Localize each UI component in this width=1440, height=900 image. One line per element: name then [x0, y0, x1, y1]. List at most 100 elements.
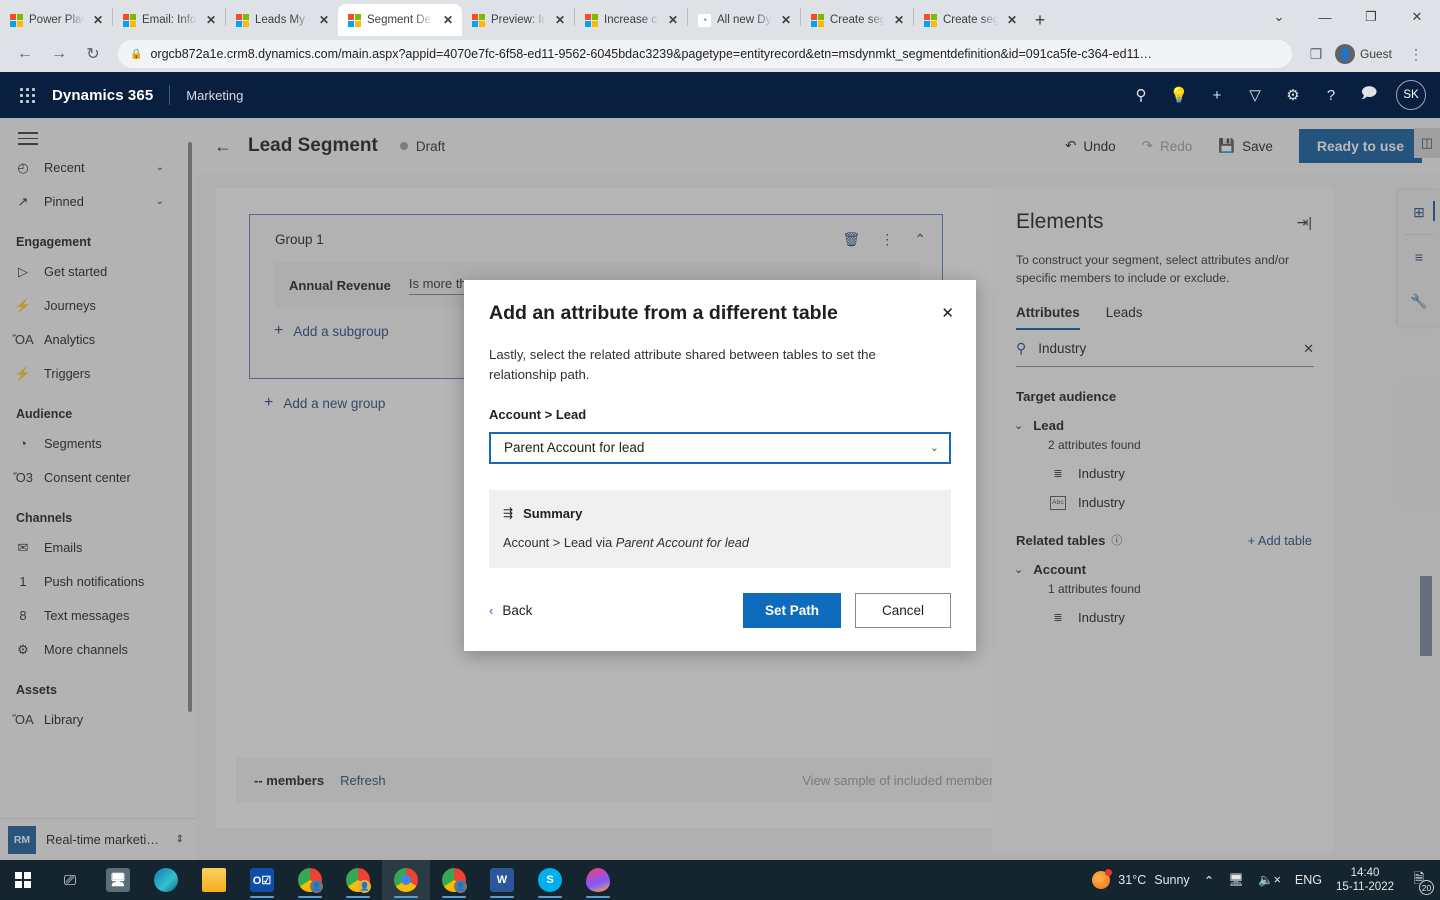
summary-title: Summary	[523, 506, 582, 521]
maximize-icon[interactable]: ❐	[1348, 0, 1394, 34]
tab-close-icon[interactable]: ✕	[1004, 12, 1020, 28]
tab-close-icon[interactable]: ✕	[90, 12, 106, 28]
remote-desktop-icon[interactable]: 🖥	[94, 860, 142, 900]
tray-chevron-icon[interactable]: ⌃	[1204, 873, 1214, 888]
microsoft-edge-icon[interactable]	[142, 860, 190, 900]
gear-icon[interactable]: ⚙	[1282, 84, 1304, 106]
app-name-label: Marketing	[186, 88, 243, 103]
header-actions: ⚲ 💡 + ▽ ⚙ ? 🗩 SK	[1130, 80, 1426, 110]
running-indicator	[250, 896, 274, 899]
dialog-description: Lastly, select the related attribute sha…	[464, 325, 976, 385]
back-button[interactable]: ‹ Back	[489, 603, 532, 618]
running-indicator	[346, 896, 370, 899]
tab-close-icon[interactable]: ✕	[665, 12, 681, 28]
browser-tab[interactable]: Preview: Ind✕	[462, 4, 574, 36]
tab-close-icon[interactable]: ✕	[316, 12, 332, 28]
sun-icon	[1092, 871, 1110, 889]
word-icon[interactable]: W	[478, 860, 526, 900]
chrome-profile-yellow-icon[interactable]	[334, 860, 382, 900]
weather-temperature: 31°C	[1118, 873, 1146, 887]
microsoft-logo-icon	[348, 14, 361, 27]
paint3d-icon[interactable]	[574, 860, 622, 900]
set-path-button[interactable]: Set Path	[743, 593, 841, 628]
tab-close-icon[interactable]: ✕	[552, 12, 568, 28]
add-attribute-dialog: Add an attribute from a different table …	[464, 280, 976, 651]
header-divider	[169, 85, 170, 105]
system-tray: 31°C Sunny ⌃ 🖥 🔈× ENG 14:40 15-11-2022 🗎…	[1092, 866, 1440, 895]
tab-close-icon[interactable]: ✕	[203, 12, 219, 28]
window-controls: ⌄ — ❐ ✕	[1256, 0, 1440, 34]
outlook-icon[interactable]: O☑	[238, 860, 286, 900]
chrome-profile-icon[interactable]	[286, 860, 334, 900]
forward-icon[interactable]: →	[44, 39, 74, 69]
profile-avatar-icon: 👤	[1335, 44, 1355, 64]
address-bar[interactable]: 🔒 orgcb872a1e.crm8.dynamics.com/main.asp…	[118, 40, 1292, 68]
add-icon[interactable]: +	[1206, 84, 1228, 106]
tab-close-icon[interactable]: ✕	[778, 12, 794, 28]
minimize-icon[interactable]: —	[1302, 0, 1348, 34]
task-view-icon[interactable]: ⎚	[46, 860, 94, 900]
tab-search-icon[interactable]: ⌄	[1256, 0, 1302, 34]
chrome-icon[interactable]	[382, 860, 430, 900]
chevron-left-icon: ‹	[489, 603, 493, 618]
clock[interactable]: 14:40 15-11-2022	[1336, 866, 1394, 895]
volume-muted-icon[interactable]: 🔈×	[1258, 873, 1281, 888]
browser-tab[interactable]: Power Platfo✕	[0, 4, 112, 36]
hierarchy-icon: ⇶	[503, 506, 513, 520]
back-icon[interactable]: ←	[10, 39, 40, 69]
screen: Power Platfo✕Email: Inform✕Leads My O✕Se…	[0, 0, 1440, 900]
clock-date: 15-11-2022	[1336, 880, 1394, 894]
tab-close-icon[interactable]: ✕	[891, 12, 907, 28]
filter-icon[interactable]: ▽	[1244, 84, 1266, 106]
app-launcher-icon[interactable]	[14, 82, 40, 108]
tab-close-icon[interactable]: ✕	[440, 12, 456, 28]
windows-start-icon[interactable]	[0, 860, 46, 900]
microsoft-logo-icon	[924, 14, 937, 27]
browser-tab[interactable]: Email: Inform✕	[113, 4, 225, 36]
relationship-dropdown-value: Parent Account for lead	[504, 440, 644, 455]
feedback-icon[interactable]: 🗩	[1358, 84, 1380, 106]
dialog-header: Add an attribute from a different table …	[464, 280, 976, 325]
chevron-down-icon: ⌄	[930, 441, 939, 454]
search-icon[interactable]: ⚲	[1130, 84, 1152, 106]
insights-icon[interactable]: 💡	[1168, 84, 1190, 106]
browser-tab[interactable]: Increase cus✕	[575, 4, 687, 36]
microsoft-logo-icon	[236, 14, 249, 27]
browser-tab[interactable]: Create segm✕	[914, 4, 1026, 36]
cancel-button[interactable]: Cancel	[855, 593, 951, 628]
close-icon[interactable]: ✕	[941, 302, 954, 321]
windows-taskbar: ⎚ 🖥 O☑ WS 31°C Sunny ⌃ 🖥 🔈× ENG 14:40 15-1…	[0, 860, 1440, 900]
browser-tab[interactable]: Create segm✕	[801, 4, 913, 36]
dialog-footer: ‹ Back Set Path Cancel	[464, 568, 976, 628]
relationship-field-label: Account > Lead	[464, 385, 976, 422]
notification-center-icon[interactable]: 🗎 20	[1408, 869, 1430, 891]
browser-menu-icon[interactable]: ⋮	[1402, 40, 1430, 68]
network-icon[interactable]: 🖥	[1228, 873, 1244, 888]
skype-icon[interactable]: S	[526, 860, 574, 900]
running-indicator	[538, 896, 562, 899]
browser-tab[interactable]: Segment De ✕	[338, 4, 462, 36]
browser-tab-title: Segment De	[367, 14, 434, 26]
browser-chrome: Power Platfo✕Email: Inform✕Leads My O✕Se…	[0, 0, 1440, 72]
notification-count: 20	[1419, 880, 1434, 895]
file-explorer-icon[interactable]	[190, 860, 238, 900]
split-screen-icon[interactable]: ❐	[1302, 40, 1330, 68]
summary-relationship: Parent Account for lead	[616, 535, 749, 550]
browser-tab[interactable]: Leads My O ✕	[226, 4, 338, 36]
microsoft-logo-icon	[585, 14, 598, 27]
chrome-profile-2-icon[interactable]	[430, 860, 478, 900]
profile-chip[interactable]: 👤 Guest	[1332, 42, 1400, 66]
close-window-icon[interactable]: ✕	[1394, 0, 1440, 34]
avatar[interactable]: SK	[1396, 80, 1426, 110]
help-icon[interactable]: ?	[1320, 84, 1342, 106]
relationship-dropdown[interactable]: Parent Account for lead ⌄	[489, 432, 951, 464]
summary-text: Account > Lead via Parent Account for le…	[503, 521, 935, 550]
browser-tab[interactable]: ◔All new Dyn✕	[688, 4, 800, 36]
reload-icon[interactable]: ↻	[78, 39, 108, 69]
browser-tabstrip: Power Platfo✕Email: Inform✕Leads My O✕Se…	[0, 0, 1440, 36]
browser-tab-title: Leads My O	[255, 14, 310, 26]
language-indicator[interactable]: ENG	[1295, 873, 1322, 887]
new-tab-icon[interactable]: +	[1026, 6, 1054, 34]
back-label: Back	[502, 603, 532, 618]
weather-widget[interactable]: 31°C Sunny	[1092, 871, 1189, 889]
